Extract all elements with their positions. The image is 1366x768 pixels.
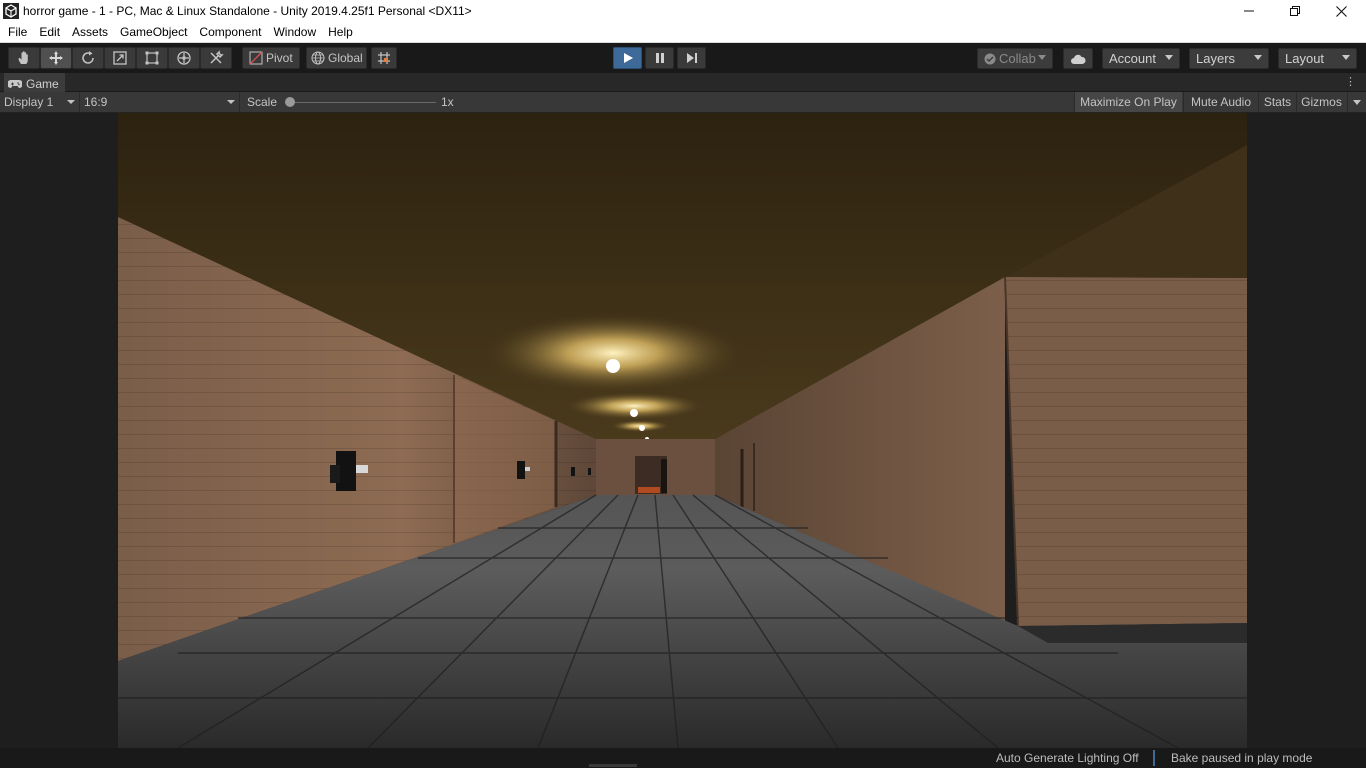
collab-dropdown[interactable]: Collab <box>977 48 1053 69</box>
account-dropdown[interactable]: Account <box>1102 48 1180 69</box>
chevron-down-icon <box>1342 55 1350 60</box>
pivot-toggle[interactable]: Pivot <box>242 47 300 69</box>
hand-tool-button[interactable] <box>8 47 40 69</box>
transform-icon <box>177 51 191 65</box>
grid-snap-button[interactable] <box>371 47 397 69</box>
chevron-down-icon <box>1254 55 1262 60</box>
move-icon <box>49 51 63 65</box>
account-label: Account <box>1109 51 1156 66</box>
menu-file[interactable]: File <box>4 25 31 39</box>
rotate-tool-button[interactable] <box>72 47 104 69</box>
minimize-icon <box>1244 10 1254 12</box>
restore-button[interactable] <box>1272 0 1318 22</box>
scale-icon <box>113 51 127 65</box>
collab-check-icon <box>984 53 996 64</box>
close-icon <box>1335 5 1347 17</box>
pivot-icon <box>249 51 263 65</box>
panel-menu-icon[interactable]: ⋮ <box>1345 75 1356 88</box>
menu-window[interactable]: Window <box>269 25 320 39</box>
global-label: Global <box>328 51 363 65</box>
cloud-button[interactable] <box>1063 48 1093 69</box>
play-button[interactable] <box>613 47 642 69</box>
play-icon <box>623 53 633 63</box>
layout-label: Layout <box>1285 51 1325 66</box>
menu-help[interactable]: Help <box>324 25 357 39</box>
bake-status: Bake paused in play mode <box>1171 751 1313 765</box>
step-button[interactable] <box>677 47 706 69</box>
display-label: Display 1 <box>4 95 54 109</box>
hand-icon <box>18 51 28 64</box>
game-view-controls: Display 1 16:9 Scale 1x Maximize On Play… <box>0 92 1366 113</box>
corridor-scene <box>118 113 1247 748</box>
step-icon <box>686 53 697 63</box>
gizmos-label: Gizmos <box>1301 95 1342 109</box>
restore-icon <box>1290 6 1300 16</box>
status-bar: Auto Generate Lighting Off Bake paused i… <box>0 748 1366 768</box>
window-titlebar: horror game - 1 - PC, Mac & Linux Standa… <box>0 0 1366 22</box>
status-resize-handle[interactable] <box>589 764 637 767</box>
scale-slider-thumb[interactable] <box>285 97 295 107</box>
main-toolbar: Pivot Global Collab Account Layers Layou… <box>0 43 1366 73</box>
aspect-dropdown[interactable]: 16:9 <box>80 92 240 112</box>
mute-audio-toggle[interactable]: Mute Audio <box>1183 92 1258 112</box>
pause-button[interactable] <box>645 47 674 69</box>
menu-assets[interactable]: Assets <box>68 25 112 39</box>
close-button[interactable] <box>1318 0 1364 22</box>
wall-fixture <box>588 468 591 475</box>
cloud-icon <box>1071 54 1086 64</box>
tools-icon <box>210 50 224 64</box>
game-render[interactable] <box>118 113 1247 748</box>
custom-tool-button[interactable] <box>200 47 232 69</box>
grid-snap-icon <box>378 52 390 64</box>
chevron-down-icon <box>1038 55 1046 60</box>
move-tool-button[interactable] <box>40 47 72 69</box>
unity-logo-icon <box>3 3 19 19</box>
panel-tab-bar: Game ⋮ <box>0 73 1366 92</box>
stats-label: Stats <box>1263 95 1292 109</box>
chevron-down-icon <box>67 100 75 104</box>
chevron-down-icon <box>227 100 235 104</box>
rect-transform-icon <box>145 51 159 65</box>
tab-game-label: Game <box>26 76 59 91</box>
menu-gameobject[interactable]: GameObject <box>116 25 191 39</box>
layers-dropdown[interactable]: Layers <box>1189 48 1269 69</box>
layers-label: Layers <box>1196 51 1236 66</box>
layout-dropdown[interactable]: Layout <box>1278 48 1357 69</box>
menu-component[interactable]: Component <box>195 25 265 39</box>
gizmos-toggle[interactable]: Gizmos <box>1296 92 1346 112</box>
menu-edit[interactable]: Edit <box>35 25 64 39</box>
window-title: horror game - 1 - PC, Mac & Linux Standa… <box>23 4 472 18</box>
pivot-label: Pivot <box>266 51 293 65</box>
auto-lighting-status[interactable]: Auto Generate Lighting Off <box>996 748 1139 768</box>
rotate-icon <box>82 51 94 64</box>
globe-icon <box>311 51 325 65</box>
stats-toggle[interactable]: Stats <box>1258 92 1296 112</box>
global-toggle[interactable]: Global <box>306 47 367 69</box>
tab-game[interactable]: Game <box>4 73 65 92</box>
transform-tool-button[interactable] <box>168 47 200 69</box>
scale-value: 1x <box>441 95 454 109</box>
menu-bar: File Edit Assets GameObject Component Wi… <box>0 22 1366 43</box>
scale-slider-track[interactable] <box>288 102 436 103</box>
chevron-down-icon <box>1353 99 1361 105</box>
maximize-on-play-label: Maximize On Play <box>1080 95 1177 109</box>
rect-tool-button[interactable] <box>136 47 168 69</box>
pause-icon <box>655 53 664 63</box>
scale-label: Scale <box>247 95 278 109</box>
minimize-button[interactable] <box>1226 0 1272 22</box>
gamepad-icon <box>8 79 22 88</box>
collab-label: Collab <box>999 51 1036 66</box>
chevron-down-icon <box>1165 55 1173 60</box>
mute-audio-label: Mute Audio <box>1190 95 1252 109</box>
aspect-label: 16:9 <box>84 95 108 109</box>
scale-tool-button[interactable] <box>104 47 136 69</box>
progress-indicator <box>1153 750 1155 766</box>
maximize-on-play-toggle[interactable]: Maximize On Play <box>1074 92 1182 112</box>
wall-fixture <box>571 467 575 476</box>
gizmos-dropdown[interactable] <box>1347 92 1366 112</box>
display-dropdown[interactable]: Display 1 <box>0 92 80 112</box>
